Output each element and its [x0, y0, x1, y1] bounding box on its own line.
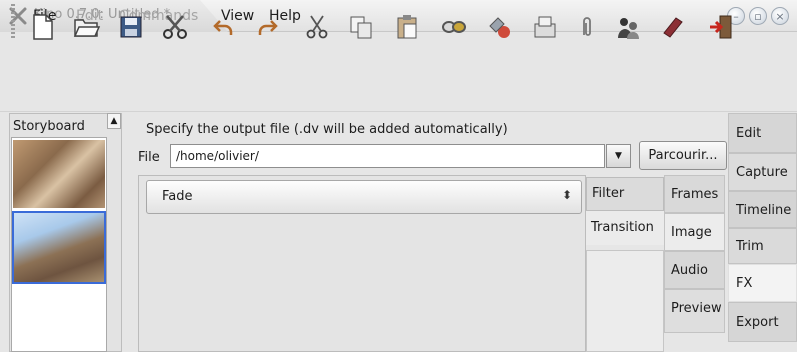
book-icon: [663, 17, 683, 38]
book-button[interactable]: [658, 12, 688, 42]
tab-edit[interactable]: Edit: [728, 113, 797, 153]
tab-frames[interactable]: Frames: [664, 175, 725, 213]
cut-icon: [306, 15, 328, 39]
tab-capture[interactable]: Capture: [728, 153, 797, 191]
close-button[interactable]: ×: [771, 7, 789, 25]
tab-filter[interactable]: Filter: [586, 177, 664, 211]
new-file-icon: [33, 14, 53, 40]
save-button[interactable]: [116, 12, 146, 42]
copy-button[interactable]: [346, 12, 376, 42]
mix-button[interactable]: [484, 12, 514, 42]
maximize-button[interactable]: ▫: [749, 7, 767, 25]
paste-button[interactable]: [392, 12, 422, 42]
clip-button[interactable]: [572, 12, 602, 42]
undo-button[interactable]: [209, 12, 239, 42]
open-folder-icon: [73, 19, 101, 37]
tab-transition[interactable]: Transition: [586, 211, 664, 245]
scene-icon: [534, 16, 556, 38]
clip-icon: [583, 17, 591, 36]
dropdown-arrow-icon: ▼: [615, 151, 622, 161]
effect-select[interactable]: Fade: [146, 180, 582, 214]
output-file-instructions: Specify the output file (.dv will be add…: [146, 122, 508, 137]
storyboard-thumbnail-selected[interactable]: [12, 211, 106, 284]
tab-export[interactable]: Export: [728, 302, 797, 342]
cut-scissors-icon: [163, 15, 187, 39]
scene-button[interactable]: [530, 12, 560, 42]
mix-icon: [489, 17, 510, 38]
storyboard-scroll-up[interactable]: ▲: [107, 113, 121, 129]
redo-button[interactable]: [252, 12, 282, 42]
undo-icon: [213, 20, 233, 35]
open-button[interactable]: [72, 12, 102, 42]
storyboard-thumbnail[interactable]: [13, 140, 105, 208]
maximize-icon: ▫: [754, 9, 762, 23]
cut-button[interactable]: [302, 12, 332, 42]
file-label: File: [138, 150, 160, 165]
link-icon: [442, 21, 466, 33]
save-icon: [120, 16, 142, 38]
new-button[interactable]: [28, 12, 58, 42]
exit-icon: [710, 15, 732, 39]
redo-icon: [258, 20, 278, 35]
exit-button[interactable]: [706, 12, 736, 42]
scissors-tool-button[interactable]: [160, 12, 190, 42]
arrow-up-icon: ▲: [110, 116, 118, 126]
paste-icon: [397, 15, 417, 39]
updown-arrows-icon: ⬍: [562, 188, 573, 202]
people-button[interactable]: [613, 12, 643, 42]
tab-trim[interactable]: Trim: [728, 228, 797, 264]
copy-icon: [350, 16, 372, 39]
fx-effect-list[interactable]: [586, 250, 664, 352]
people-icon: [618, 18, 639, 39]
file-history-dropdown[interactable]: ▼: [606, 144, 631, 168]
storyboard-label: Storyboard: [13, 119, 85, 134]
close-icon: ×: [775, 9, 785, 23]
tab-timeline[interactable]: Timeline: [728, 191, 797, 228]
tab-fx[interactable]: FX: [728, 264, 797, 302]
tab-image[interactable]: Image: [664, 213, 725, 251]
toolbar: [0, 62, 797, 112]
tab-preview[interactable]: Preview: [664, 289, 725, 333]
tab-audio[interactable]: Audio: [664, 251, 725, 289]
browse-button[interactable]: Parcourir...: [639, 141, 727, 170]
toolbar-grip[interactable]: [11, 12, 15, 40]
link-button[interactable]: [439, 12, 469, 42]
file-path-input[interactable]: /home/olivier/: [170, 144, 605, 168]
